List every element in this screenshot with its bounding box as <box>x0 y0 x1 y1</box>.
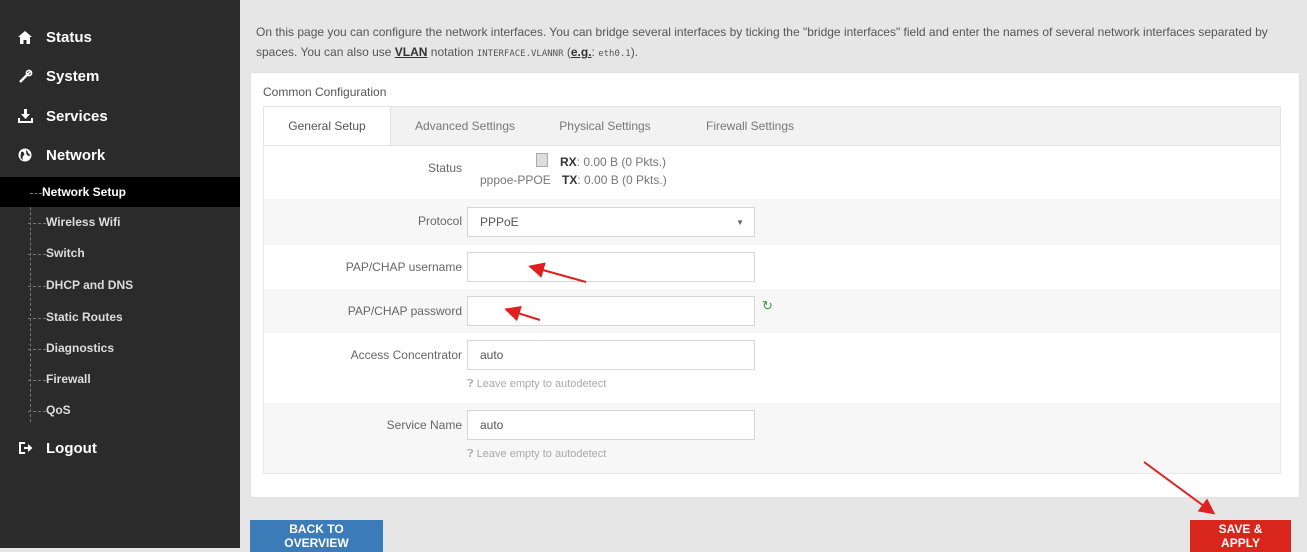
sidebar-item-label: Wireless Wifi <box>46 215 121 229</box>
nav-network[interactable]: Network <box>0 137 240 173</box>
rx-stats: RX: 0.00 B (0 Pkts.) <box>560 155 667 169</box>
example-link[interactable]: e.g. <box>571 45 592 59</box>
config-tabs: General Setup Advanced Settings Physical… <box>263 106 1281 146</box>
sidebar-item-network-setup[interactable]: Network Setup <box>0 177 240 207</box>
username-row: PAP/CHAP username <box>263 245 1281 289</box>
service-name-input[interactable] <box>467 410 755 440</box>
code-interface-vlannr: INTERFACE.VLANNR <box>476 49 564 59</box>
panel-title: Common Configuration <box>263 85 387 99</box>
tab-advanced-settings[interactable]: Advanced Settings <box>400 107 530 145</box>
info-icon: ❓︎ <box>467 448 474 460</box>
common-configuration-panel: Common Configuration General Setup Advan… <box>250 72 1300 498</box>
nav-status[interactable]: Status <box>0 19 240 55</box>
sidebar-item-wireless-wifi[interactable]: Wireless Wifi <box>0 207 240 237</box>
sidebar-item-label: DHCP and DNS <box>46 278 134 292</box>
sidebar-item-dhcp-dns[interactable]: DHCP and DNS <box>0 270 240 300</box>
tab-general-setup[interactable]: General Setup <box>264 107 391 145</box>
back-to-overview-button[interactable]: BACK TO OVERVIEW <box>250 520 383 552</box>
home-icon <box>16 30 34 44</box>
protocol-select[interactable]: PPPoE ▼ <box>467 207 755 237</box>
status-label: Status <box>427 161 462 175</box>
service-name-row: Service Name ❓︎ Leave empty to autodetec… <box>263 403 1281 474</box>
save-apply-button[interactable]: SAVE & APPLY <box>1190 520 1291 552</box>
sidebar-item-label: Switch <box>46 246 85 260</box>
service-name-label: Service Name <box>386 418 462 432</box>
service-name-hint: ❓︎ Leave empty to autodetect <box>467 448 607 460</box>
nav-services-label: Services <box>46 107 108 125</box>
sidebar-item-label: Diagnostics <box>46 341 115 355</box>
protocol-label: Protocol <box>417 214 462 228</box>
tx-stats: TX: 0.00 B (0 Pkts.) <box>562 173 667 187</box>
nav-services[interactable]: Services <box>0 98 240 134</box>
username-label: PAP/CHAP username <box>345 260 462 274</box>
password-input[interactable] <box>467 296 755 326</box>
info-icon: ❓︎ <box>467 378 474 390</box>
page-description: On this page you can configure the netwo… <box>256 25 1268 59</box>
nav-logout-label: Logout <box>46 439 97 457</box>
nav-system-label: System <box>46 67 100 85</box>
ethernet-port-icon <box>536 153 548 167</box>
logout-icon <box>16 441 34 455</box>
nav-network-label: Network <box>46 146 106 164</box>
sidebar-item-diagnostics[interactable]: Diagnostics <box>0 333 240 363</box>
protocol-row: Protocol PPPoE ▼ <box>263 199 1281 245</box>
sidebar-item-static-routes[interactable]: Static Routes <box>0 302 240 332</box>
sidebar-item-label: Network Setup <box>42 185 127 199</box>
vlan-link[interactable]: VLAN <box>395 45 428 59</box>
access-concentrator-input[interactable] <box>467 340 755 370</box>
username-input[interactable] <box>467 252 755 282</box>
sidebar-item-switch[interactable]: Switch <box>0 238 240 268</box>
main-content: On this page you can configure the netwo… <box>240 0 1307 552</box>
sidebar-item-qos[interactable]: QoS <box>0 395 240 425</box>
tools-icon <box>16 69 34 84</box>
interface-name: pppoe-PPOE <box>480 173 551 187</box>
sidebar: Status System Services Network Network S… <box>0 0 240 548</box>
sidebar-item-firewall[interactable]: Firewall <box>0 364 240 394</box>
globe-icon <box>16 148 34 162</box>
nav-logout[interactable]: Logout <box>0 430 240 466</box>
code-example: eth0.1 <box>598 49 631 59</box>
sidebar-item-label: Static Routes <box>46 310 123 324</box>
nav-system[interactable]: System <box>0 58 240 94</box>
reveal-password-icon[interactable]: ↻ <box>762 298 773 314</box>
protocol-selected-value: PPPoE <box>480 215 519 229</box>
access-concentrator-row: Access Concentrator ❓︎ Leave empty to au… <box>263 333 1281 403</box>
nav-status-label: Status <box>46 28 92 46</box>
access-concentrator-label: Access Concentrator <box>350 348 462 362</box>
access-concentrator-hint: ❓︎ Leave empty to autodetect <box>467 378 607 390</box>
tab-firewall-settings[interactable]: Firewall Settings <box>690 107 810 145</box>
caret-down-icon: ▼ <box>736 218 744 227</box>
password-row: PAP/CHAP password ↻ <box>263 289 1281 333</box>
sidebar-item-label: Firewall <box>46 372 91 386</box>
download-icon <box>16 109 34 123</box>
sidebar-item-label: QoS <box>46 403 71 417</box>
status-row: Status RX: 0.00 B (0 Pkts.) pppoe-PPOE T… <box>263 145 1281 199</box>
password-label: PAP/CHAP password <box>347 304 462 318</box>
tab-physical-settings[interactable]: Physical Settings <box>545 107 665 145</box>
